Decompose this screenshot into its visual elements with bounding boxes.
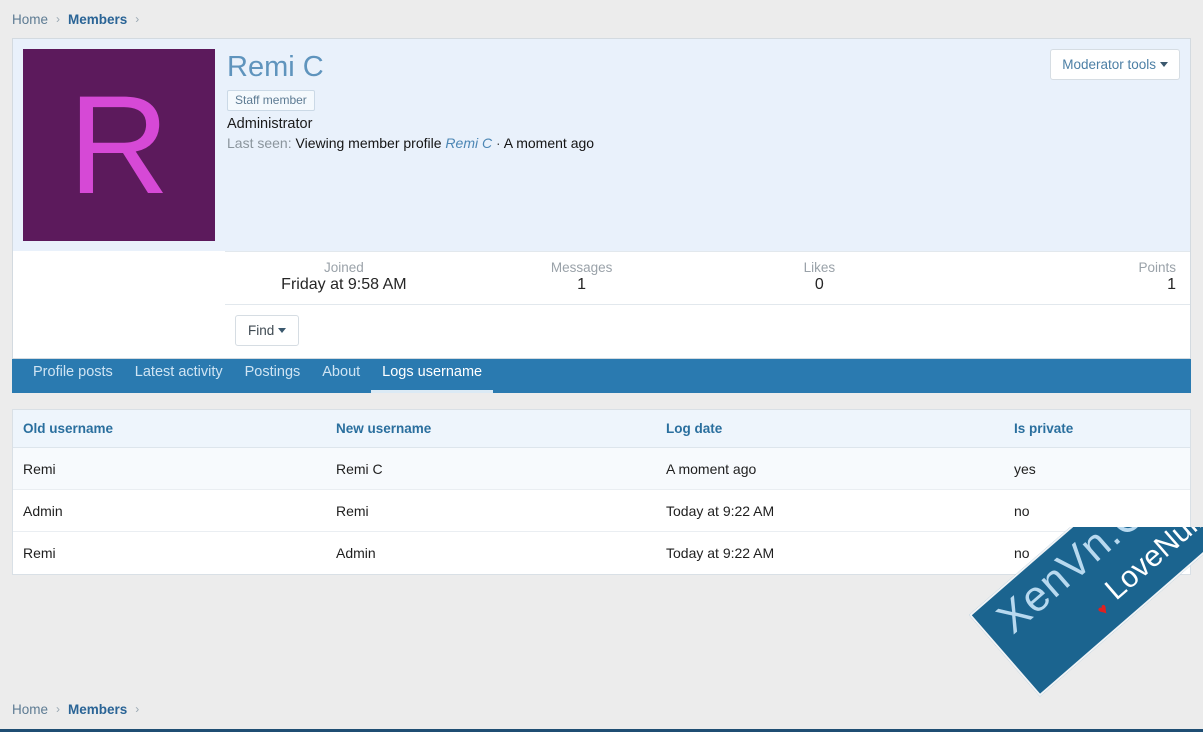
stat-label: Points <box>1138 260 1176 275</box>
breadcrumb-separator-icon: › <box>56 702 61 716</box>
table-row: Admin Remi Today at 9:22 AM no <box>13 490 1190 532</box>
user-title: Administrator <box>227 116 313 133</box>
stat-value: Friday at 9:58 AM <box>281 276 407 293</box>
column-header-is-private: Is private <box>1014 421 1074 436</box>
table-row: Remi Admin Today at 9:22 AM no <box>13 532 1190 574</box>
profile-header: R Remi C Staff member Administrator Last… <box>13 39 1190 251</box>
cell-log-date: Today at 9:22 AM <box>666 545 775 561</box>
breadcrumb-home-link[interactable]: Home <box>12 12 48 27</box>
cell-log-date: A moment ago <box>666 460 757 477</box>
breadcrumb-members-link[interactable]: Members <box>68 12 127 27</box>
profile-stats: Joined Friday at 9:58 AM Messages 1 Like… <box>225 251 1190 305</box>
breadcrumb-bottom: Home › Members › <box>0 690 1203 728</box>
last-seen-label: Last seen: <box>227 135 292 152</box>
stat-joined: Joined Friday at 9:58 AM <box>225 260 463 294</box>
page-title: Remi C <box>227 51 324 83</box>
cell-log-date: Today at 9:22 AM <box>666 502 775 519</box>
profile-tabs: Profile posts Latest activity Postings A… <box>12 359 1191 393</box>
stat-value: 1 <box>1167 276 1176 293</box>
cell-new-username: Admin <box>336 545 376 561</box>
status-badge: Staff member <box>227 90 315 112</box>
table-header-row: Old username New username Log date Is pr… <box>13 410 1190 448</box>
member-profile-card: R Remi C Staff member Administrator Last… <box>12 38 1191 359</box>
cell-old-username: Remi <box>23 545 56 561</box>
stat-label: Messages <box>550 260 613 275</box>
profile-details: Remi C Staff member Administrator Last s… <box>225 39 1190 251</box>
profile-actions: Find <box>225 305 1190 358</box>
table-row: Remi Remi C A moment ago yes <box>13 448 1190 490</box>
breadcrumb-members-link[interactable]: Members <box>68 702 127 717</box>
username-logs-table: Old username New username Log date Is pr… <box>12 409 1191 575</box>
cell-is-private: no <box>1014 502 1030 519</box>
cell-new-username: Remi C <box>336 460 383 477</box>
tab-latest-activity[interactable]: Latest activity <box>124 357 234 393</box>
breadcrumb-separator-icon: › <box>135 702 140 716</box>
cell-is-private: no <box>1014 545 1030 561</box>
column-header-old-username: Old username <box>23 421 114 436</box>
stat-points[interactable]: Points 1 <box>938 260 1176 294</box>
breadcrumb-separator-icon: › <box>135 12 140 26</box>
cell-is-private: yes <box>1014 460 1036 477</box>
cell-old-username: Admin <box>23 502 63 519</box>
stat-value: 1 <box>577 276 587 293</box>
stat-label: Joined <box>323 260 364 275</box>
chevron-down-icon <box>1160 62 1168 67</box>
last-seen-action: Viewing member profile <box>295 135 442 152</box>
tab-logs-username[interactable]: Logs username <box>371 357 494 393</box>
avatar[interactable]: R <box>23 49 215 241</box>
tab-postings[interactable]: Postings <box>234 357 312 393</box>
heart-icon: ♥ <box>1094 600 1113 620</box>
stat-label: Likes <box>803 260 836 275</box>
cell-new-username: Remi <box>336 502 369 519</box>
breadcrumb-home-link[interactable]: Home <box>12 702 48 717</box>
column-header-log-date: Log date <box>666 421 723 436</box>
find-button-label: Find <box>248 323 275 338</box>
last-seen-dot: · <box>495 135 501 152</box>
stat-value: 0 <box>814 276 824 293</box>
breadcrumb-separator-icon: › <box>56 12 61 26</box>
stat-messages[interactable]: Messages 1 <box>463 260 701 294</box>
cell-old-username: Remi <box>23 460 56 477</box>
find-button[interactable]: Find <box>235 315 300 346</box>
last-seen-line: Last seen: Viewing member profile Remi C… <box>227 135 1176 151</box>
avatar-container: R <box>13 39 225 251</box>
chevron-down-icon <box>278 328 287 333</box>
column-header-new-username: New username <box>336 421 432 436</box>
stat-likes[interactable]: Likes 0 <box>701 260 939 294</box>
breadcrumb-top: Home › Members › <box>0 0 1203 38</box>
tab-profile-posts[interactable]: Profile posts <box>22 357 124 393</box>
moderator-tools-button[interactable]: Moderator tools <box>1050 49 1180 80</box>
last-seen-time: A moment ago <box>503 135 595 152</box>
moderator-tools-label: Moderator tools <box>1062 57 1156 72</box>
last-seen-profile-link[interactable]: Remi C <box>445 135 492 151</box>
tab-about[interactable]: About <box>311 357 371 393</box>
